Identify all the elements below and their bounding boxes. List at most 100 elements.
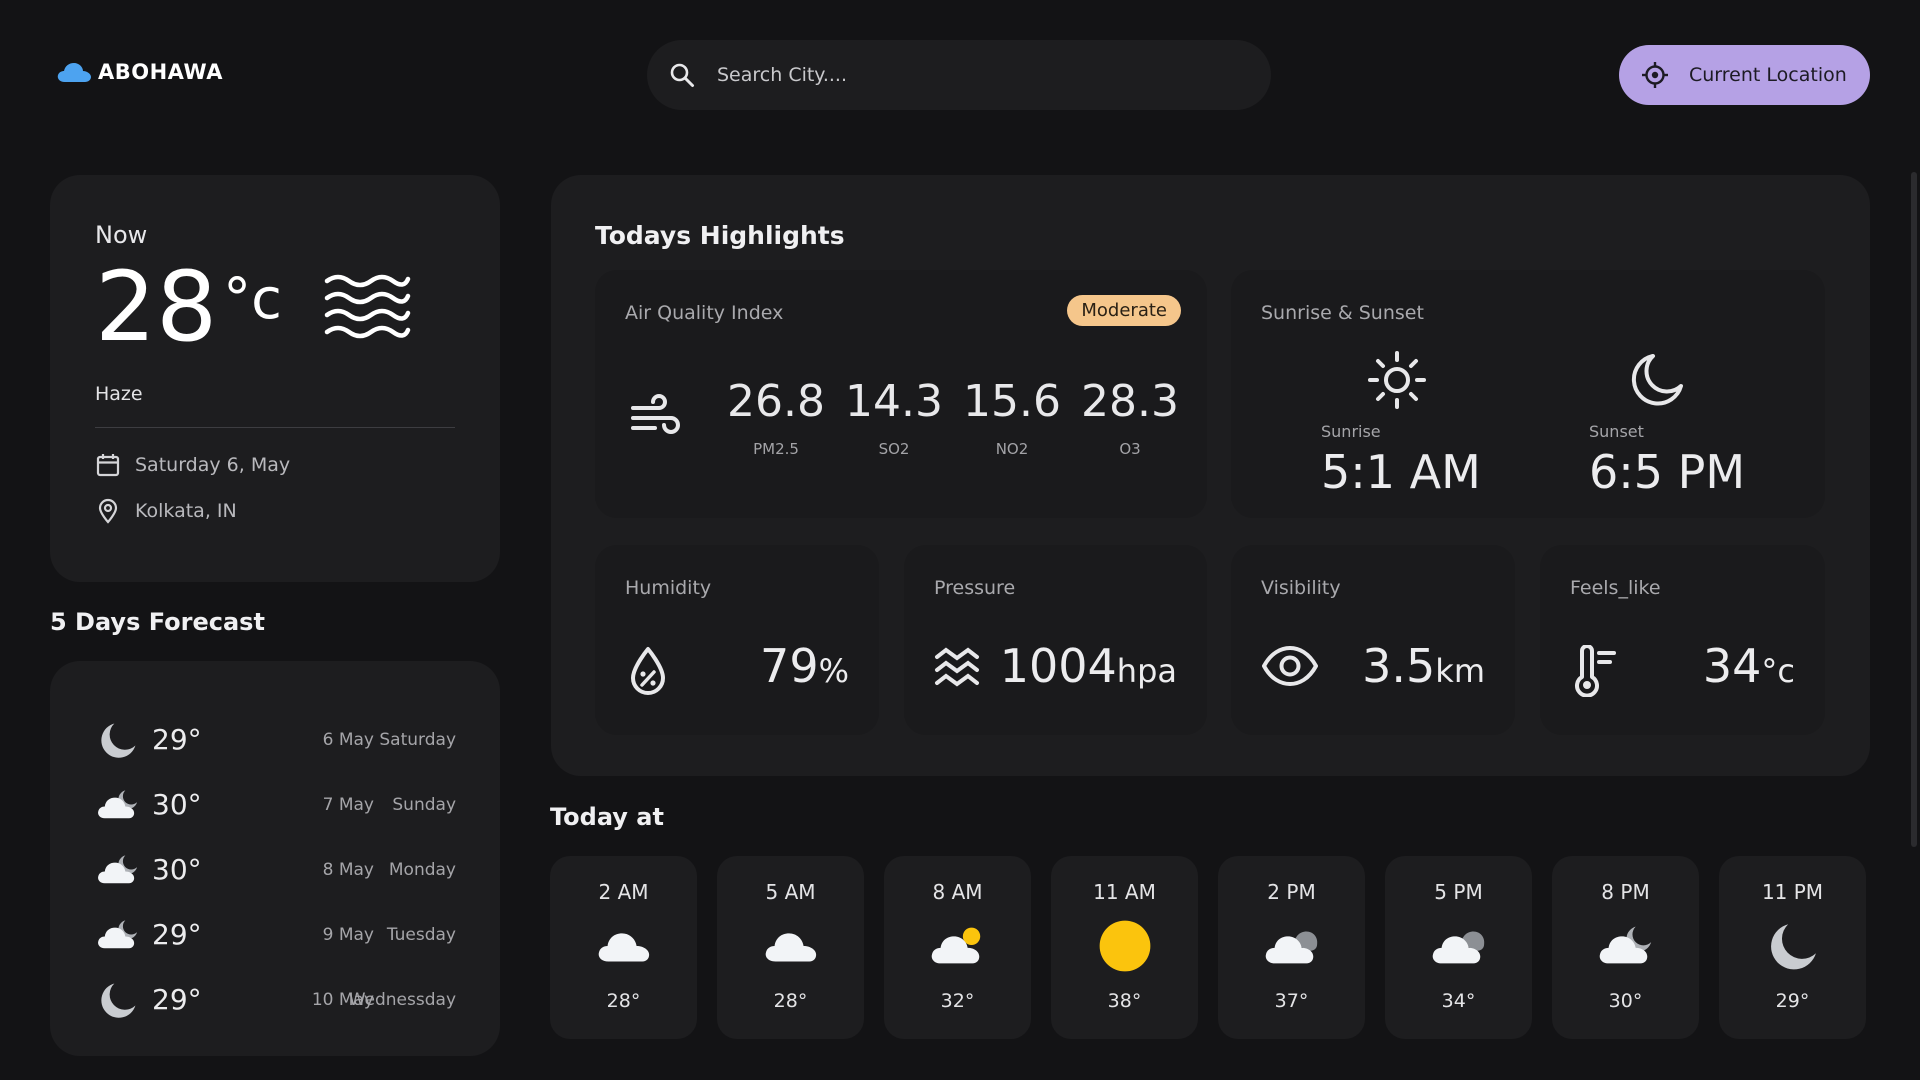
hour-temp: 37° [1274, 990, 1309, 1012]
feels-like-label: Feels_like [1570, 577, 1661, 599]
forecast-day: Wednessday [348, 989, 456, 1010]
hour-time: 8 AM [932, 880, 983, 904]
cloudy-icon [1385, 916, 1532, 976]
pressure-waves-icon [935, 647, 979, 687]
sunset-time: 6:5 PM [1589, 445, 1746, 499]
sun-label: Sunrise & Sunset [1261, 302, 1424, 324]
aqi-value: 14.3 [845, 376, 943, 427]
calendar-icon [96, 454, 120, 477]
hour-card: 5 PM 34° [1385, 856, 1532, 1039]
weather-condition: Haze [95, 383, 143, 405]
aqi-pollutant-label: NO2 [995, 440, 1029, 458]
moon-icon [94, 718, 142, 762]
pressure-label: Pressure [934, 577, 1016, 599]
humidity-drop-icon [631, 647, 665, 695]
forecast-temp: 29° [152, 723, 202, 756]
forecast-date: 7 May [322, 794, 374, 815]
visibility-value-wrap: 3.5km [1362, 643, 1485, 689]
temperature-row: 28 °c [95, 259, 455, 369]
current-location-button[interactable]: Current Location [1619, 45, 1870, 105]
scrollbar[interactable] [1911, 172, 1917, 847]
cloud-logo-icon [57, 63, 91, 82]
forecast-temp: 30° [152, 788, 202, 821]
search-icon [670, 63, 694, 87]
sunrise-time: 5:1 AM [1321, 445, 1481, 499]
hour-temp: 30° [1608, 990, 1643, 1012]
hour-card: 11 AM 38° [1051, 856, 1198, 1039]
location-row: Kolkata, IN [95, 498, 455, 524]
forecast-day: Tuesday [386, 924, 456, 945]
date-row: Saturday 6, May [95, 452, 455, 478]
hour-card: 5 AM 28° [717, 856, 864, 1039]
moon-outline-icon [1631, 354, 1683, 406]
hour-temp: 28° [773, 990, 808, 1012]
hour-temp: 34° [1441, 990, 1476, 1012]
humidity-value: 79 [760, 639, 819, 693]
wind-icon [631, 394, 680, 434]
pressure-value-wrap: 1004hpa [1000, 643, 1177, 689]
hour-card: 11 PM 29° [1719, 856, 1866, 1039]
feels-like-card: Feels_like 34°c [1540, 545, 1825, 735]
visibility-label: Visibility [1261, 577, 1341, 599]
feels-like-value: 34 [1702, 639, 1762, 693]
aqi-value: 15.6 [963, 376, 1061, 427]
forecast-date: 8 May [322, 859, 374, 880]
cloud-moon-icon [94, 783, 142, 827]
aqi-no2: 15.6 NO2 [953, 376, 1071, 459]
sunset-label: Sunset [1589, 422, 1644, 441]
hour-temp: 29° [1775, 990, 1810, 1012]
aqi-pollutant-label: SO2 [878, 440, 910, 458]
search-input[interactable] [717, 64, 1237, 86]
humidity-card: Humidity 79% [595, 545, 879, 735]
sunrise-sunset-card: Sunrise & Sunset Sunrise 5:1 AM Sunset 6… [1231, 270, 1825, 518]
haze-icon [324, 274, 411, 339]
forecast-day: Saturday [379, 729, 456, 750]
forecast-row: 29° 10 May Wednessday [50, 967, 500, 1032]
humidity-label: Humidity [625, 577, 712, 599]
feels-like-value-wrap: 34°c [1703, 643, 1795, 689]
forecast-row: 30° 7 May Sunday [50, 772, 500, 837]
weather-app: ABOHAWA Current Location Now 28 °c [0, 0, 1920, 1080]
cloud-icon [717, 916, 864, 976]
pressure-card: Pressure 1004hpa [904, 545, 1207, 735]
aqi-status-badge: Moderate [1067, 295, 1181, 326]
highlights-card: Todays Highlights Air Quality Index Mode… [551, 175, 1870, 776]
hour-temp: 38° [1107, 990, 1142, 1012]
sun-icon [1051, 916, 1198, 976]
forecast-temp: 29° [152, 918, 202, 951]
forecast-title: 5 Days Forecast [50, 608, 265, 636]
forecast-temp: 29° [152, 983, 202, 1016]
logo[interactable]: ABOHAWA [56, 60, 223, 84]
hour-time: 11 AM [1093, 880, 1156, 904]
forecast-date: 6 May [322, 729, 374, 750]
aqi-pollutant-label: O3 [1119, 440, 1141, 458]
now-label: Now [95, 221, 148, 249]
cloud-moon-icon [94, 913, 142, 957]
current-weather-card: Now 28 °c Haze Saturday 6, May Kolkata, … [50, 175, 500, 582]
cloud-moon-icon [1552, 916, 1699, 976]
hour-time: 5 AM [765, 880, 816, 904]
aqi-value: 26.8 [727, 376, 825, 427]
current-location-label: Current Location [1689, 64, 1847, 86]
search-bar[interactable] [647, 40, 1271, 110]
air-quality-card: Air Quality Index Moderate 26.8 PM2.5 14… [595, 270, 1207, 518]
current-temperature: 28 [95, 251, 218, 363]
hour-time: 8 PM [1601, 880, 1650, 904]
location-pin-icon [98, 498, 118, 524]
hour-card: 8 PM 30° [1552, 856, 1699, 1039]
hour-time: 5 PM [1434, 880, 1483, 904]
hour-card: 2 AM 28° [550, 856, 697, 1039]
visibility-card: Visibility 3.5km [1231, 545, 1515, 735]
forecast-row: 29° 9 May Tuesday [50, 902, 500, 967]
pressure-value: 1004 [999, 639, 1117, 693]
hour-time: 2 AM [598, 880, 649, 904]
current-date: Saturday 6, May [135, 454, 291, 476]
highlights-title: Todays Highlights [595, 221, 845, 250]
aqi-o3: 28.3 O3 [1071, 380, 1189, 459]
sunset-column: Sunset 6:5 PM [1589, 350, 1809, 495]
thermometer-icon [1575, 645, 1616, 697]
forecast-day: Sunday [392, 794, 456, 815]
sunrise-column: Sunrise 5:1 AM [1321, 350, 1541, 495]
feels-like-unit: °c [1761, 652, 1795, 690]
visibility-value: 3.5 [1362, 639, 1436, 693]
